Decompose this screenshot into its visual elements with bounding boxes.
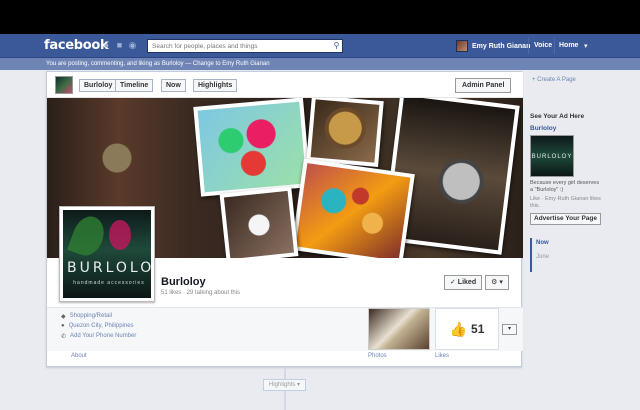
black-header-band (0, 0, 640, 34)
notifications-icon[interactable]: ◉ (128, 41, 137, 50)
highlights-filter-button[interactable]: Highlights ▾ (263, 379, 307, 391)
phone-label: Add Your Phone Number (70, 333, 137, 339)
category-item[interactable]: ◆ Shopping/Retail (61, 313, 112, 320)
ad-body-text: Because every girl deserves a "Burloloy"… (530, 180, 600, 193)
page-name-button[interactable]: Burloloy (79, 79, 118, 92)
ad-image[interactable]: BURLOLOY (530, 135, 574, 177)
photos-tab-thumbnail[interactable] (368, 308, 430, 350)
category-label: Shopping/Retail (69, 313, 112, 319)
page-thumbnail[interactable] (55, 76, 73, 94)
create-page-link[interactable]: + Create A Page (532, 77, 576, 83)
cover-collage-photo (306, 98, 384, 168)
highlights-dropdown[interactable]: Highlights (193, 79, 238, 92)
more-tabs-chevron-icon[interactable]: ▾ (502, 324, 517, 335)
location-item[interactable]: ● Quezon City, Philippines (61, 323, 134, 329)
cover-collage-photo (291, 158, 415, 258)
now-dropdown[interactable]: Now (161, 79, 186, 92)
flower-graphic (109, 220, 131, 250)
avatar (456, 40, 468, 52)
search-icon[interactable]: ⚲ (331, 40, 342, 52)
page-title: Burloloy (161, 276, 206, 288)
location-pin-icon: ● (61, 323, 65, 329)
thumbs-up-icon: 👍 (449, 320, 468, 337)
profile-logo-text: BURLOLOY (67, 260, 151, 276)
phone-icon: ✆ (61, 334, 67, 340)
page-timeline: Burloloy Timeline Now Highlights Admin P… (46, 71, 523, 367)
tag-icon: ◆ (61, 314, 66, 320)
leaf-graphic (67, 212, 109, 260)
search-input[interactable]: Search for people, places and things (147, 39, 343, 53)
about-link[interactable]: About (71, 353, 87, 359)
likes-count: 51 (471, 322, 485, 336)
notification-jewels: ● ■ ◉ (102, 41, 137, 50)
nav-divider (554, 38, 555, 54)
cover-collage-photo (219, 186, 299, 258)
cover-collage-photo (193, 98, 311, 197)
profile-logo-subtext: handmade accessories (73, 280, 145, 286)
nav-voice[interactable]: Voice (534, 42, 552, 49)
change-identity-link[interactable]: Change to Emy Ruth Gianan (193, 61, 270, 67)
page-bar: Burloloy Timeline Now Highlights Admin P… (47, 72, 523, 98)
nav-home[interactable]: Home (559, 42, 578, 49)
likes-tab-label[interactable]: Likes (435, 353, 449, 359)
scrubber-june[interactable]: June (536, 254, 549, 260)
ad-heading: See Your Ad Here (530, 113, 585, 120)
timeline-dropdown[interactable]: Timeline (115, 79, 154, 92)
gear-menu-button[interactable]: ⚙ ▾ (485, 275, 509, 290)
profile-picture[interactable]: BURLOLOY handmade accessories (59, 206, 155, 302)
scrubber-now[interactable]: Now (536, 240, 549, 246)
likes-tab-box[interactable]: 👍 51 (435, 308, 499, 350)
advertise-page-button[interactable]: Advertise Your Page (530, 213, 601, 225)
ad-title-link[interactable]: Burloloy (530, 125, 556, 132)
photos-tab-label[interactable]: Photos (368, 353, 387, 359)
friend-requests-icon[interactable]: ● (102, 41, 111, 50)
location-label: Quezon City, Philippines (68, 323, 134, 329)
admin-panel-button[interactable]: Admin Panel (455, 78, 512, 93)
posting-as-text: You are posting, commenting, and liking … (46, 61, 192, 67)
user-name: Emy Ruth Gianan (472, 42, 531, 50)
posting-as-bar: You are posting, commenting, and liking … (0, 58, 640, 70)
facebook-logo[interactable]: facebook (44, 38, 109, 53)
account-menu-chevron-icon[interactable]: ▾ (584, 42, 588, 50)
timeline-scrubber-bar (530, 238, 532, 272)
phone-item[interactable]: ✆ Add Your Phone Number (61, 333, 136, 340)
user-profile-link[interactable]: Emy Ruth Gianan (456, 40, 530, 52)
messages-icon[interactable]: ■ (115, 41, 124, 50)
ad-like-line[interactable]: Like · Emy Ruth Gianan likes this. (530, 196, 606, 209)
page-stats[interactable]: 51 likes · 29 talking about this (161, 290, 240, 296)
nav-divider (528, 38, 529, 54)
liked-button[interactable]: ✓ Liked (444, 275, 483, 290)
